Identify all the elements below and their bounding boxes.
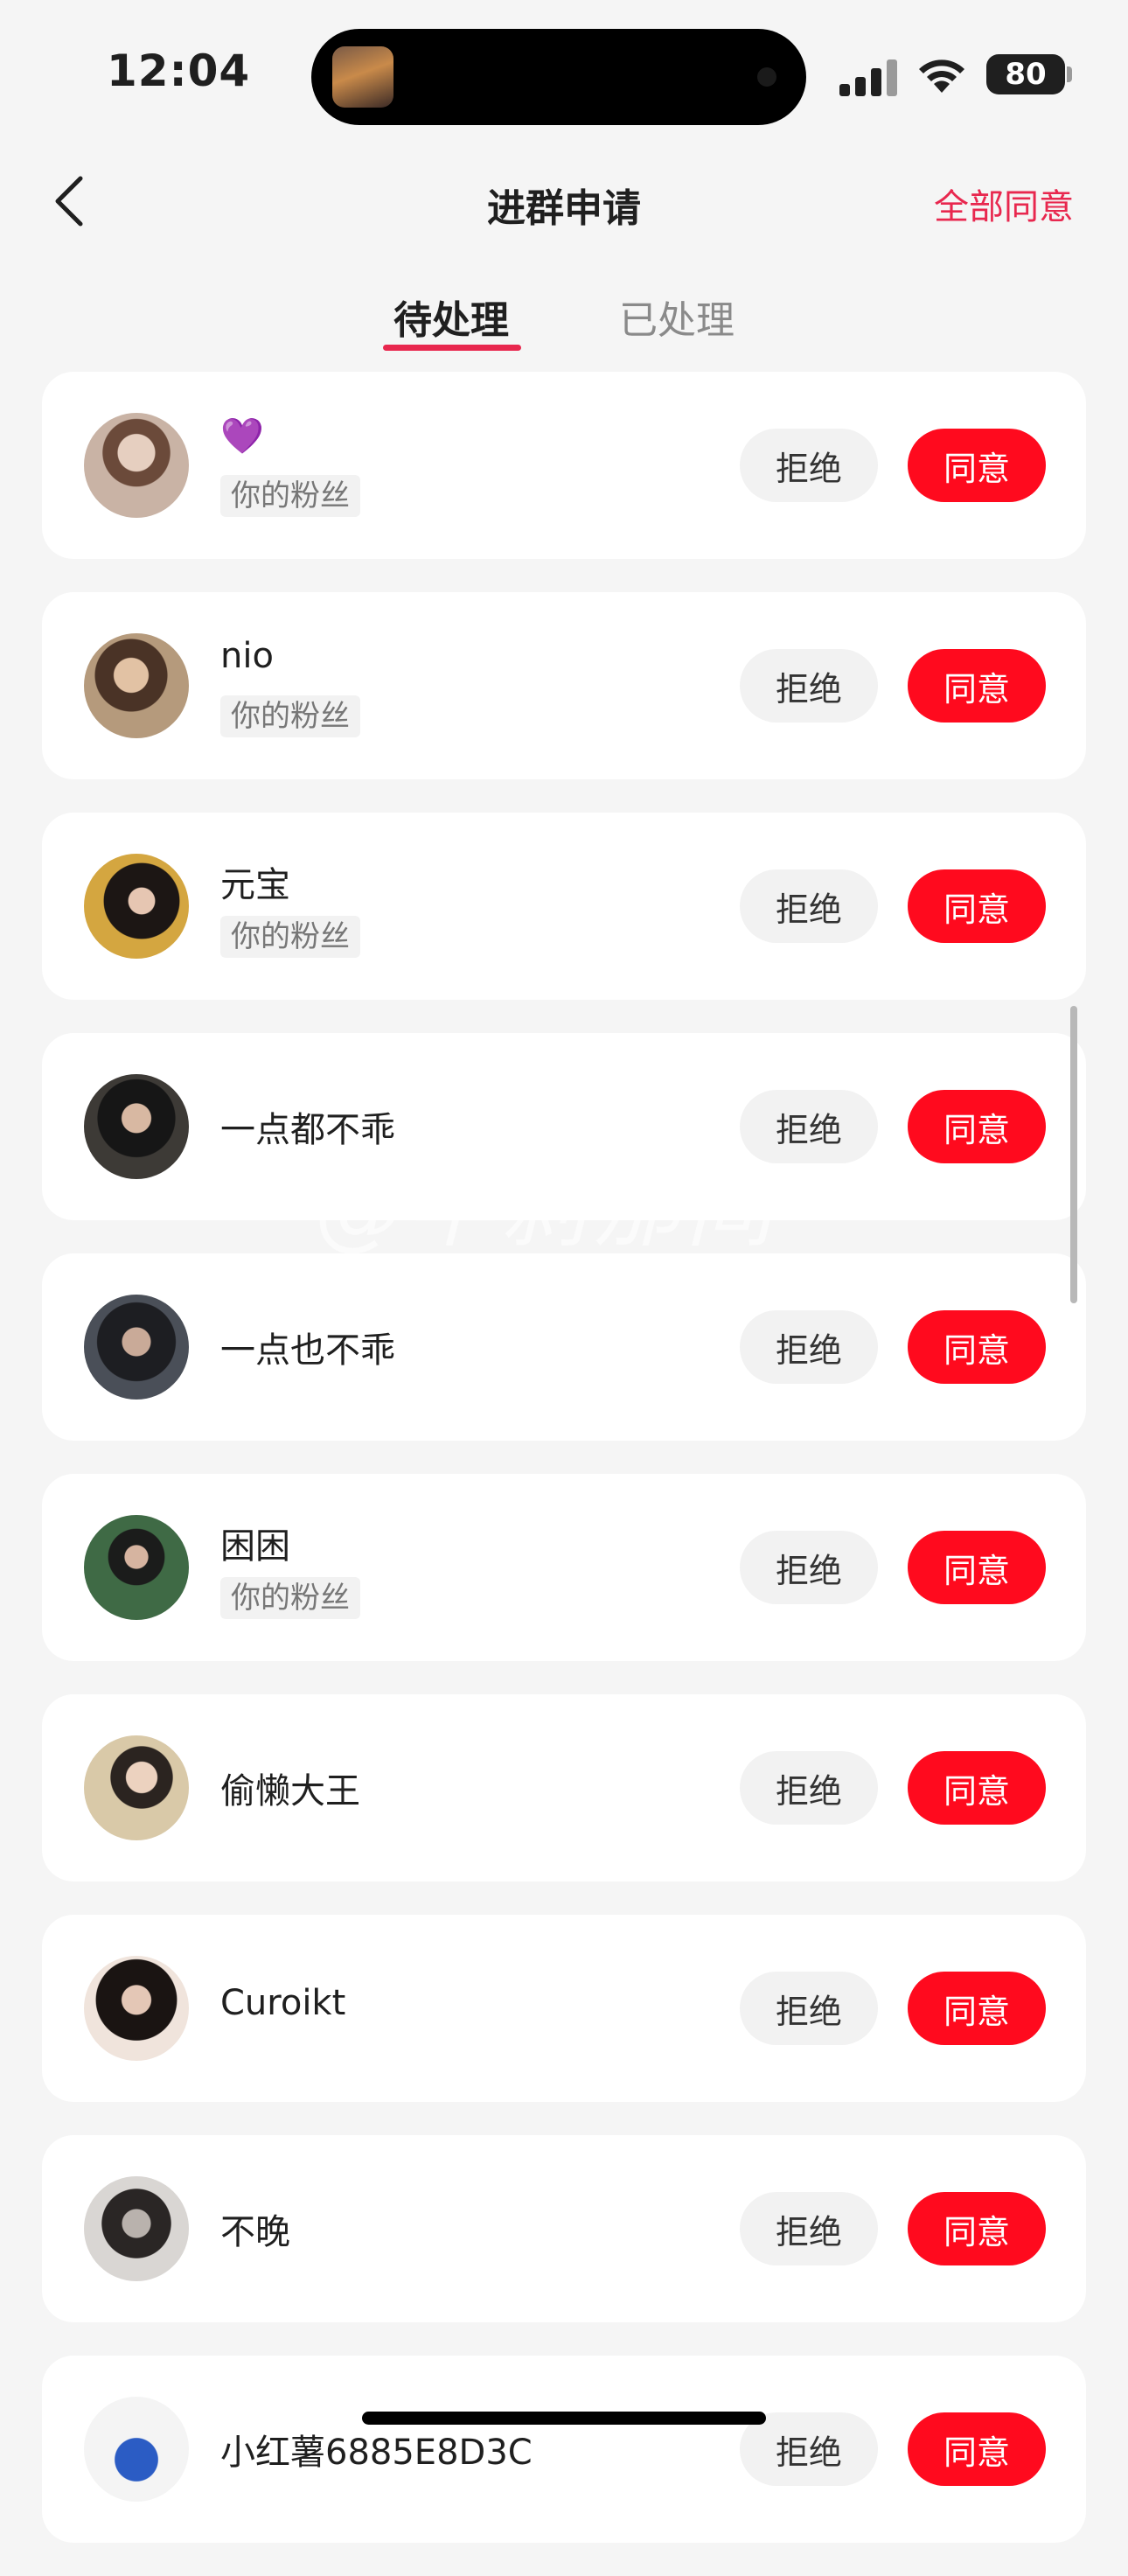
status-time: 12:04 [107, 45, 251, 96]
status-bar: 12:04 80 [0, 0, 1128, 140]
applicant-name: 元宝 [220, 865, 290, 905]
applicant-name: 不晚 [220, 2212, 290, 2252]
avatar[interactable] [84, 854, 189, 959]
applicant-name: 一点都不乖 [220, 1110, 395, 1150]
avatar[interactable] [84, 633, 189, 738]
applicant-name: 小红薯6885E8D3C [220, 2433, 533, 2473]
applicant-name: 💜 [220, 416, 264, 457]
battery-nub [1067, 66, 1072, 82]
applicant-name: nio [220, 636, 274, 676]
request-card: 一点都不乖 拒绝 同意 [42, 1033, 1086, 1220]
request-card: 一点也不乖 拒绝 同意 [42, 1253, 1086, 1441]
avatar[interactable] [84, 1735, 189, 1840]
request-card: Curoikt 拒绝 同意 [42, 1915, 1086, 2102]
applicant-name: 偷懒大王 [220, 1771, 360, 1812]
tab-bar: 待处理 已处理 [0, 278, 1128, 357]
dynamic-island[interactable] [311, 29, 806, 125]
wifi-icon [919, 59, 964, 93]
accept-button[interactable]: 同意 [908, 869, 1046, 943]
request-card: 偷懒大王 拒绝 同意 [42, 1694, 1086, 1881]
accept-all-button[interactable]: 全部同意 [934, 178, 1074, 229]
reject-button[interactable]: 拒绝 [740, 649, 878, 723]
home-indicator[interactable] [362, 2412, 766, 2425]
scrollbar[interactable] [1070, 1006, 1077, 1303]
request-card: 困困 你的粉丝 拒绝 同意 [42, 1474, 1086, 1661]
fan-badge: 你的粉丝 [220, 1577, 360, 1619]
active-tab-indicator [383, 345, 521, 351]
accept-button[interactable]: 同意 [908, 2192, 1046, 2265]
accept-button[interactable]: 同意 [908, 1972, 1046, 2045]
request-card: nio 你的粉丝 拒绝 同意 [42, 592, 1086, 779]
accept-button[interactable]: 同意 [908, 649, 1046, 723]
tab-pending[interactable]: 待处理 [393, 289, 509, 345]
reject-button[interactable]: 拒绝 [740, 1972, 878, 2045]
reject-button[interactable]: 拒绝 [740, 2192, 878, 2265]
cellular-signal-icon [839, 58, 897, 96]
now-playing-artwork [332, 46, 393, 108]
avatar[interactable] [84, 2397, 189, 2502]
applicant-name: 一点也不乖 [220, 1330, 395, 1371]
reject-button[interactable]: 拒绝 [740, 429, 878, 502]
accept-button[interactable]: 同意 [908, 2412, 1046, 2486]
request-card: 不晚 拒绝 同意 [42, 2135, 1086, 2322]
request-card: 元宝 你的粉丝 拒绝 同意 [42, 813, 1086, 1000]
avatar[interactable] [84, 2176, 189, 2281]
avatar[interactable] [84, 1515, 189, 1620]
reject-button[interactable]: 拒绝 [740, 869, 878, 943]
avatar[interactable] [84, 1956, 189, 2061]
avatar[interactable] [84, 1295, 189, 1400]
request-card: 小红薯6885E8D3C 拒绝 同意 [42, 2356, 1086, 2543]
request-list: 💜 你的粉丝 拒绝 同意 nio 你的粉丝 拒绝 同意 元宝 你的粉丝 拒绝 同… [42, 372, 1086, 2576]
nav-bar: 进群申请 全部同意 [0, 157, 1128, 245]
tab-processed[interactable]: 已处理 [619, 289, 735, 345]
applicant-name: 困困 [220, 1526, 290, 1567]
battery-icon: 80 [986, 54, 1065, 94]
accept-button[interactable]: 同意 [908, 1531, 1046, 1604]
accept-button[interactable]: 同意 [908, 1090, 1046, 1163]
accept-button[interactable]: 同意 [908, 1310, 1046, 1384]
accept-button[interactable]: 同意 [908, 1751, 1046, 1825]
fan-badge: 你的粉丝 [220, 916, 360, 958]
camera-dot [757, 67, 776, 87]
accept-button[interactable]: 同意 [908, 429, 1046, 502]
applicant-name: Curoikt [220, 1983, 346, 2023]
reject-button[interactable]: 拒绝 [740, 1310, 878, 1384]
avatar[interactable] [84, 413, 189, 518]
reject-button[interactable]: 拒绝 [740, 1751, 878, 1825]
request-card: 💜 你的粉丝 拒绝 同意 [42, 372, 1086, 559]
fan-badge: 你的粉丝 [220, 695, 360, 737]
reject-button[interactable]: 拒绝 [740, 1531, 878, 1604]
avatar[interactable] [84, 1074, 189, 1179]
reject-button[interactable]: 拒绝 [740, 1090, 878, 1163]
fan-badge: 你的粉丝 [220, 475, 360, 517]
